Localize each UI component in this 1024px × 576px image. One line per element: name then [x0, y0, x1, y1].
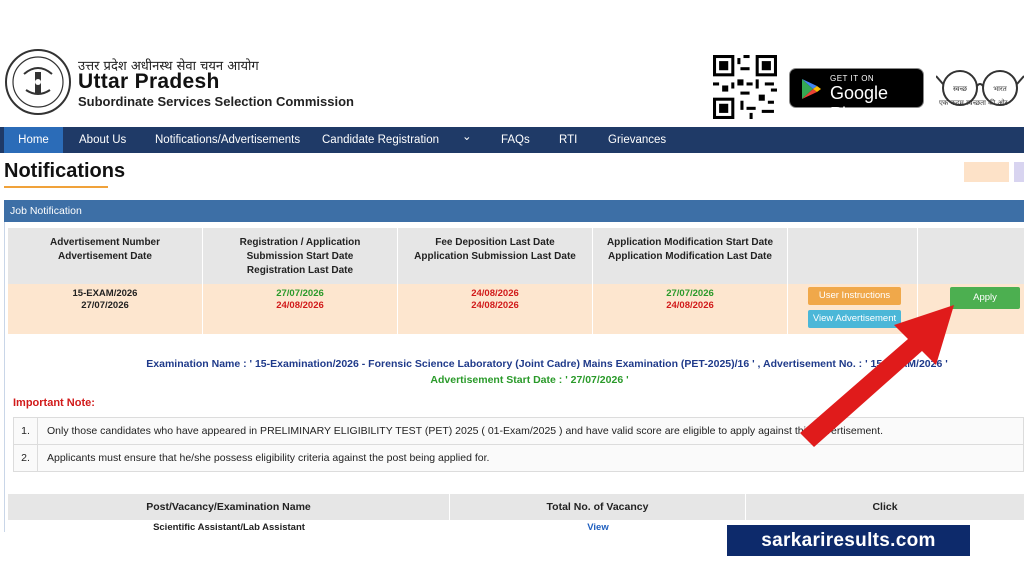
nav-rti[interactable]: RTI [559, 127, 577, 153]
svg-text:स्वच्छ: स्वच्छ [953, 85, 968, 93]
header-modification: Application Modification Start Date Appl… [593, 228, 788, 284]
google-play-icon [802, 79, 821, 99]
header-line: Registration / Application [239, 237, 361, 248]
title-underline [4, 186, 108, 188]
swachh-bharat-glasses-icon: स्वच्छ भारत [936, 70, 1024, 106]
cell-fee: 24/08/2026 24/08/2026 [398, 284, 593, 334]
nav-home[interactable]: Home [4, 127, 63, 153]
note-number: 2. [14, 445, 38, 471]
nav-candidate-registration[interactable]: Candidate Registration [322, 127, 439, 153]
google-play-button[interactable]: GET IT ON Google Play [789, 68, 924, 124]
google-play-text: Google Play [830, 83, 889, 124]
header-line: Registration Last Date [246, 265, 354, 276]
qr-code-icon[interactable] [713, 55, 777, 119]
header-line: Application Modification Last Date [608, 251, 772, 262]
app-sub-last-date: 24/08/2026 [471, 300, 519, 311]
header-line: Application Submission Last Date [414, 251, 576, 262]
vacancy-table-header: Post/Vacancy/Examination Name Total No. … [8, 494, 1024, 520]
header-line: Application Modification Start Date [606, 237, 774, 248]
header-fee: Fee Deposition Last Date Application Sub… [398, 228, 593, 284]
header-click: Click [872, 501, 898, 513]
note-text: Only those candidates who have appeared … [47, 425, 883, 437]
post-name: Scientific Assistant/Lab Assistant [153, 522, 305, 533]
header-blank [918, 228, 1024, 284]
brand-title: Uttar Pradesh [78, 70, 220, 93]
site-header: उत्तर प्रदेश अधीनस्थ सेवा चयन आयोग Uttar… [0, 40, 1024, 126]
svg-text:भारत: भारत [993, 85, 1008, 93]
watermark: sarkariresults.com [727, 525, 970, 556]
job-table-header: Advertisement Number Advertisement Date … [8, 228, 1024, 284]
header-line: Advertisement Number [49, 237, 161, 248]
header-vacancy: Total No. of Vacancy [450, 494, 746, 520]
mod-start-date: 27/07/2026 [666, 288, 714, 299]
header-post: Post/Vacancy/Examination Name [8, 494, 450, 520]
important-note-heading: Important Note: [13, 397, 95, 409]
header-line: Advertisement Date [58, 251, 152, 262]
header-registration: Registration / Application Submission St… [203, 228, 398, 284]
fee-last-date: 24/08/2026 [471, 288, 519, 299]
decorative-chip [1014, 162, 1024, 182]
note-number: 1. [14, 418, 38, 444]
nav-faqs[interactable]: FAQs [501, 127, 530, 153]
brand-subtitle: Subordinate Services Selection Commissio… [78, 94, 354, 109]
mod-last-date: 24/08/2026 [666, 300, 714, 311]
decorative-chip [964, 162, 1009, 182]
page-title: Notifications [4, 160, 126, 182]
cell-advertisement: 15-EXAM/2026 27/07/2026 [8, 284, 203, 334]
red-arrow-icon [800, 305, 954, 447]
chevron-down-icon[interactable]: ⌄ [462, 124, 472, 150]
nav-notifications[interactable]: Notifications/Advertisements [155, 127, 300, 153]
cell-registration: 27/07/2026 24/08/2026 [203, 284, 398, 334]
cell-modification: 27/07/2026 24/08/2026 [593, 284, 788, 334]
swachh-tagline: एक कदम स्वच्छता की ओर [939, 99, 1008, 107]
reg-last-date: 24/08/2026 [276, 300, 324, 311]
reg-start-date: 27/07/2026 [276, 288, 324, 299]
header-blank [788, 228, 918, 284]
panel-heading: Job Notification [4, 200, 1024, 222]
header-advertisement: Advertisement Number Advertisement Date [8, 228, 203, 284]
header-line: Submission Start Date [246, 251, 354, 262]
main-nav: Home About Us Notifications/Advertisemen… [0, 127, 1024, 153]
note-text: Applicants must ensure that he/she posse… [47, 452, 490, 464]
adv-number: 15-EXAM/2026 [72, 288, 138, 299]
header-line: Fee Deposition Last Date [435, 237, 555, 248]
adv-date: 27/07/2026 [81, 300, 129, 311]
view-vacancy-link[interactable]: View [450, 520, 746, 536]
nav-grievances[interactable]: Grievances [608, 127, 666, 153]
google-play-small-text: GET IT ON [830, 74, 875, 83]
up-emblem-logo[interactable] [4, 48, 72, 116]
nav-about-us[interactable]: About Us [79, 127, 126, 153]
